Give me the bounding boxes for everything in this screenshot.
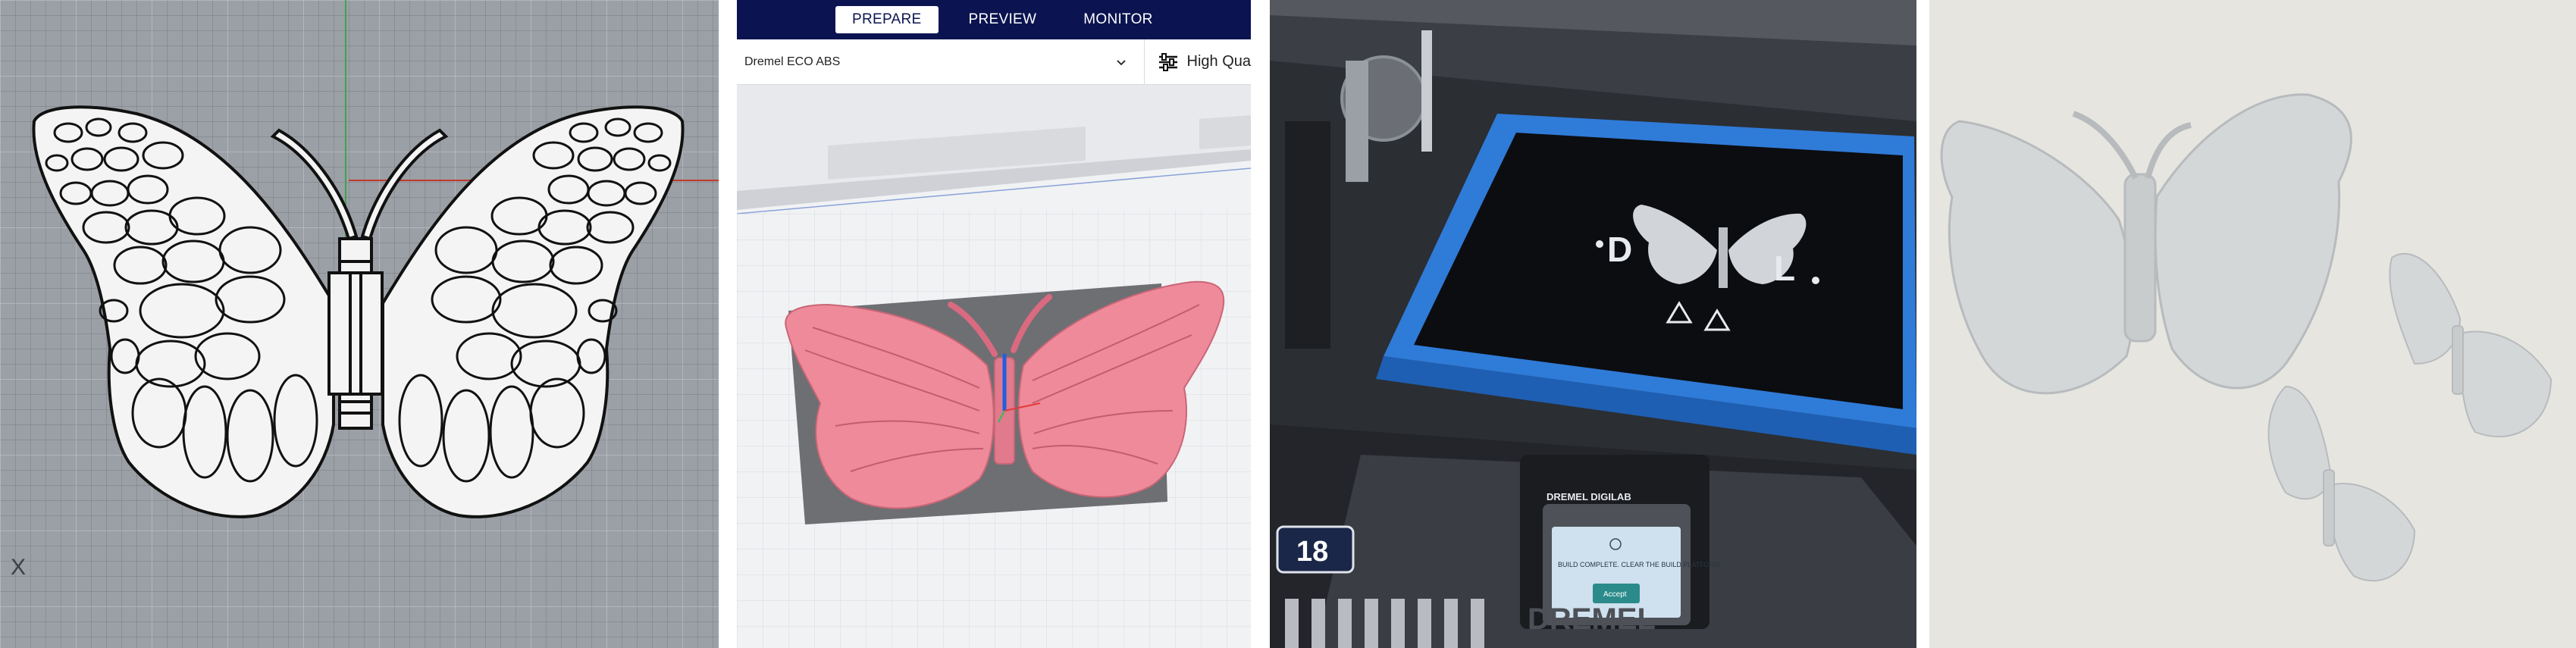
antennae xyxy=(270,128,449,241)
butterfly-body xyxy=(327,237,384,430)
bed-letter-left: D xyxy=(1607,230,1632,269)
slicer-app: PREPARE PREVIEW MONITOR Dremel ECO ABS H… xyxy=(737,0,1251,648)
tab-prepare[interactable]: PREPARE xyxy=(835,6,939,33)
stage-tab-bar: PREPARE PREVIEW MONITOR xyxy=(737,0,1251,39)
x-axis-label: X xyxy=(11,555,27,580)
printer-photo: D L DREMEL DIGILAB BUILD COMPLETE. CLEAR… xyxy=(1270,0,1916,648)
finished-prints-photo xyxy=(1929,0,2576,648)
quality-label: High Qua xyxy=(1186,53,1252,70)
chevron-down-icon xyxy=(1116,59,1126,65)
material-select-value: Dremel ECO ABS xyxy=(744,55,841,68)
front-brand: DREMEL xyxy=(1528,603,1656,636)
print-setup-toolbar: Dremel ECO ABS High Qua xyxy=(737,39,1251,85)
accept-button-label: Accept xyxy=(1603,590,1627,599)
left-wing xyxy=(32,105,335,518)
badge-number: 18 xyxy=(1296,536,1328,568)
screen-message: BUILD COMPLETE. CLEAR THE BUILD PLATFORM… xyxy=(1558,561,1722,568)
tab-preview[interactable]: PREVIEW xyxy=(952,6,1054,33)
prints-scene xyxy=(1929,0,2576,648)
right-wing xyxy=(381,105,685,518)
sliders-icon xyxy=(1158,52,1177,71)
quality-selector[interactable]: High Qua xyxy=(1145,51,1252,74)
material-select[interactable]: Dremel ECO ABS xyxy=(737,39,1145,84)
build-plate-viewport[interactable] xyxy=(737,85,1251,648)
screen-logo: DREMEL DIGILAB xyxy=(1547,491,1631,502)
butterfly-cad-drawing xyxy=(32,0,719,518)
printer-scene: D L DREMEL DIGILAB BUILD COMPLETE. CLEAR… xyxy=(1270,0,1916,648)
tab-monitor[interactable]: MONITOR xyxy=(1067,6,1169,33)
cad-viewport[interactable]: X xyxy=(0,0,719,648)
build-plate-scene xyxy=(737,85,1251,648)
